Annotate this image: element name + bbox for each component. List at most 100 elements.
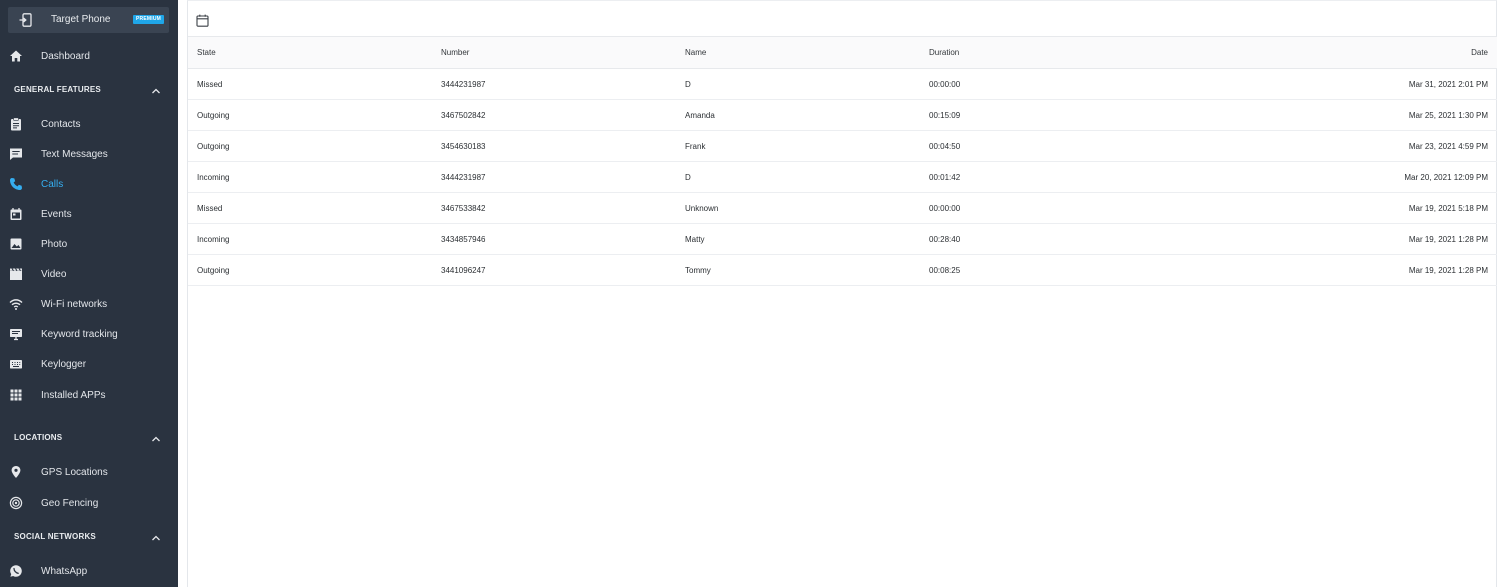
cell-number: 3444231987 — [441, 79, 486, 89]
cell-name: D — [685, 172, 691, 182]
sidebar-item-label: Calls — [41, 179, 64, 190]
cell-state: Missed — [197, 79, 223, 89]
sidebar-item-events[interactable]: Events — [0, 202, 178, 228]
cell-state: Outgoing — [197, 141, 230, 151]
sidebar-item-label: Photo — [41, 239, 68, 250]
wifi-icon — [9, 299, 23, 310]
cell-number: 3454630183 — [441, 141, 486, 151]
sidebar-item-label: WhatsApp — [41, 566, 88, 577]
column-header-name[interactable]: Name — [685, 37, 706, 68]
device-name: Target Phone — [51, 14, 111, 25]
cell-number: 3467502842 — [441, 110, 486, 120]
cell-date: Mar 25, 2021 1:30 PM — [1408, 110, 1488, 120]
sidebar-item-gps-locations[interactable]: GPS Locations — [0, 460, 178, 486]
cell-name: Frank — [685, 141, 706, 151]
cell-name: D — [685, 79, 691, 89]
cell-date: Mar 23, 2021 4:59 PM — [1408, 141, 1488, 151]
cell-state: Missed — [197, 203, 223, 213]
sidebar-item-text-messages[interactable]: Text Messages — [0, 142, 178, 168]
chevron-up-icon — [152, 436, 160, 442]
table-row[interactable]: Outgoing 3454630183 Frank 00:04:50 Mar 2… — [188, 131, 1497, 162]
cell-name: Unknown — [685, 203, 719, 213]
cell-number: 3467533842 — [441, 203, 486, 213]
sidebar-item-label: Keylogger — [41, 359, 87, 370]
section-title: GENERAL FEATURES — [14, 85, 101, 94]
sidebar-item-label: Video — [41, 269, 67, 280]
table-row[interactable]: Missed 3444231987 D 00:00:00 Mar 31, 202… — [188, 69, 1497, 100]
cell-duration: 00:01:42 — [929, 172, 961, 182]
sidebar-item-calls[interactable]: Calls — [0, 172, 178, 198]
grid-icon — [10, 389, 22, 401]
clipboard-icon — [11, 117, 21, 131]
sidebar-item-label: GPS Locations — [41, 467, 108, 478]
calendar-icon — [10, 208, 22, 220]
table-row[interactable]: Outgoing 3441096247 Tommy 00:08:25 Mar 1… — [188, 255, 1497, 286]
cell-date: Mar 19, 2021 1:28 PM — [1408, 234, 1488, 244]
section-title: LOCATIONS — [14, 433, 63, 442]
cell-state: Outgoing — [197, 265, 230, 275]
cell-number: 3444231987 — [441, 172, 486, 182]
device-switch-icon — [19, 13, 32, 27]
keyboard-icon — [10, 360, 22, 369]
column-header-duration[interactable]: Duration — [929, 37, 959, 68]
premium-badge: PREMIUM — [133, 15, 165, 24]
sidebar-item-wifi-networks[interactable]: Wi-Fi networks — [0, 292, 178, 318]
date-filter-calendar-icon[interactable] — [196, 14, 209, 27]
monitor-icon — [10, 329, 22, 341]
image-icon — [10, 238, 22, 250]
cell-duration: 00:15:09 — [929, 110, 961, 120]
table-row[interactable]: Missed 3467533842 Unknown 00:00:00 Mar 1… — [188, 193, 1497, 224]
cell-duration: 00:28:40 — [929, 234, 961, 244]
sidebar-item-whatsapp[interactable]: WhatsApp — [0, 559, 178, 585]
sidebar-item-geo-fencing[interactable]: Geo Fencing — [0, 491, 178, 517]
section-title: SOCIAL NETWORKS — [14, 532, 96, 541]
sidebar-item-keylogger[interactable]: Keylogger — [0, 352, 178, 378]
table-row[interactable]: Incoming 3434857946 Matty 00:28:40 Mar 1… — [188, 224, 1497, 255]
cell-duration: 00:04:50 — [929, 141, 961, 151]
sidebar-item-label: Text Messages — [41, 149, 108, 160]
cell-date: Mar 19, 2021 5:18 PM — [1408, 203, 1488, 213]
sidebar-item-label: Wi-Fi networks — [41, 299, 108, 310]
section-social-networks[interactable]: SOCIAL NETWORKS — [0, 528, 178, 548]
cell-name: Matty — [685, 234, 705, 244]
chevron-up-icon — [152, 535, 160, 541]
sidebar-item-installed-apps[interactable]: Installed APPs — [0, 383, 178, 409]
sidebar-item-video[interactable]: Video — [0, 262, 178, 288]
cell-state: Incoming — [197, 172, 230, 182]
sidebar-item-photo[interactable]: Photo — [0, 232, 178, 258]
sidebar-item-keyword-tracking[interactable]: Keyword tracking — [0, 322, 178, 348]
target-icon — [9, 496, 23, 510]
sidebar-item-label: Contacts — [41, 119, 81, 130]
table-row[interactable]: Incoming 3444231987 D 00:01:42 Mar 20, 2… — [188, 162, 1497, 193]
whatsapp-icon — [10, 565, 22, 577]
cell-state: Outgoing — [197, 110, 230, 120]
sidebar-item-label: Geo Fencing — [41, 498, 99, 509]
cell-date: Mar 31, 2021 2:01 PM — [1408, 79, 1488, 89]
film-icon — [10, 268, 22, 280]
table-row[interactable]: Outgoing 3467502842 Amanda 00:15:09 Mar … — [188, 100, 1497, 131]
calls-table: State Number Name Duration Date Missed 3… — [188, 36, 1497, 286]
column-header-number[interactable]: Number — [441, 37, 469, 68]
column-header-date[interactable]: Date — [1471, 37, 1488, 68]
cell-name: Tommy — [685, 265, 711, 275]
sidebar-item-label: Keyword tracking — [41, 329, 118, 340]
cell-date: Mar 20, 2021 12:09 PM — [1404, 172, 1488, 182]
cell-number: 3434857946 — [441, 234, 486, 244]
home-icon — [10, 50, 22, 62]
table-header: State Number Name Duration Date — [188, 36, 1497, 69]
cell-name: Amanda — [685, 110, 715, 120]
sidebar-item-label: Installed APPs — [41, 390, 106, 401]
sidebar: Target Phone PREMIUM Dashboard GENERAL F… — [0, 0, 178, 587]
chevron-up-icon — [152, 88, 160, 94]
sidebar-item-label: Events — [41, 209, 72, 220]
sidebar-item-label: Dashboard — [41, 51, 90, 62]
sidebar-item-dashboard[interactable]: Dashboard — [0, 44, 178, 70]
message-icon — [10, 148, 22, 160]
section-general-features[interactable]: GENERAL FEATURES — [0, 81, 178, 101]
sidebar-item-contacts[interactable]: Contacts — [0, 112, 178, 138]
section-locations[interactable]: LOCATIONS — [0, 429, 178, 449]
column-header-state[interactable]: State — [197, 37, 216, 68]
device-selector[interactable]: Target Phone PREMIUM — [8, 7, 169, 33]
pin-icon — [11, 466, 21, 478]
cell-date: Mar 19, 2021 1:28 PM — [1408, 265, 1488, 275]
